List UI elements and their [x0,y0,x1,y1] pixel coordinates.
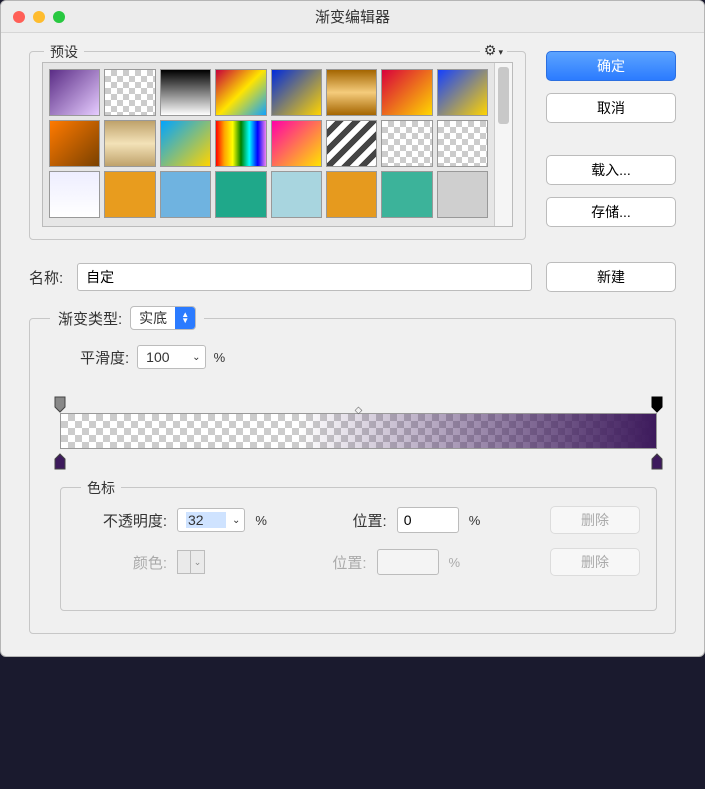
opacity-value: 32 [186,512,226,528]
presets-grid [42,62,513,227]
presets-scrollbar[interactable] [494,63,512,226]
preset-swatch[interactable] [49,120,100,167]
chevron-updown-icon: ▲▼ [175,307,195,329]
save-button[interactable]: 存储... [546,197,676,227]
opacity-input[interactable]: 32 ⌄ [177,508,245,532]
name-input[interactable] [77,263,532,291]
presets-group: 预设 ⚙▾ [29,51,526,240]
percent-label: % [449,555,473,570]
opacity-stop-left[interactable] [53,395,67,413]
opacity-label: 不透明度: [77,510,167,531]
smoothness-label: 平滑度: [80,347,129,368]
preset-swatch[interactable] [49,69,100,116]
color-swatch: ⌄ [177,550,205,574]
preset-swatch[interactable] [160,171,211,218]
delete-color-stop-button: 删除 [550,548,640,576]
preset-swatch[interactable] [215,69,266,116]
opacity-pos-label: 位置: [337,510,387,531]
preset-swatch[interactable] [437,171,488,218]
preset-swatch[interactable] [104,171,155,218]
cancel-button[interactable]: 取消 [546,93,676,123]
preset-swatch[interactable] [271,120,322,167]
new-button[interactable]: 新建 [546,262,676,292]
preset-swatch[interactable] [215,171,266,218]
preset-swatch[interactable] [381,69,432,116]
percent-label: % [214,350,226,365]
color-pos-input [377,549,439,575]
type-label: 渐变类型: [58,308,122,329]
gradient-editor-window: 渐变编辑器 预设 ⚙▾ 确定 取消 载入... 存储... 名称: [0,0,705,657]
gradient-bar-area: ◇ [60,395,657,471]
titlebar: 渐变编辑器 [1,1,704,33]
name-label: 名称: [29,267,63,288]
percent-label: % [469,513,493,528]
gradient-bar[interactable] [60,413,657,449]
preset-swatch[interactable] [104,69,155,116]
preset-swatch[interactable] [326,171,377,218]
preset-swatch[interactable] [271,69,322,116]
gear-icon[interactable]: ⚙▾ [480,42,507,59]
stops-label: 色标 [81,478,121,498]
preset-swatch[interactable] [437,120,488,167]
stops-group: 色标 不透明度: 32 ⌄ % 位置: % 删除 颜色: [60,487,657,611]
presets-label: 预设 [44,42,84,62]
smoothness-select[interactable]: 100 ⌄ [137,345,205,369]
color-label: 颜色: [77,552,167,573]
load-button[interactable]: 载入... [546,155,676,185]
content: 预设 ⚙▾ 确定 取消 载入... 存储... 名称: 新建 渐变类 [1,33,704,656]
midpoint-icon[interactable]: ◇ [355,405,363,416]
preset-swatch[interactable] [215,120,266,167]
preset-swatch[interactable] [104,120,155,167]
type-select[interactable]: 实底 ▲▼ [130,306,196,330]
smoothness-value: 100 [146,349,186,365]
preset-swatch[interactable] [160,120,211,167]
delete-opacity-stop-button[interactable]: 删除 [550,506,640,534]
preset-swatch[interactable] [49,171,100,218]
ok-button[interactable]: 确定 [546,51,676,81]
percent-label: % [255,513,279,528]
color-stop-left[interactable] [53,453,67,471]
window-title: 渐变编辑器 [1,6,704,27]
preset-swatch[interactable] [381,120,432,167]
opacity-pos-input[interactable] [397,507,459,533]
gradient-type-group: 渐变类型: 实底 ▲▼ 平滑度: 100 ⌄ % [29,318,676,634]
preset-swatch[interactable] [160,69,211,116]
side-buttons: 确定 取消 载入... 存储... [546,51,676,240]
preset-swatch[interactable] [271,171,322,218]
preset-swatch[interactable] [326,120,377,167]
chevron-down-icon: ⌄ [186,352,200,363]
preset-swatch[interactable] [437,69,488,116]
preset-swatch[interactable] [381,171,432,218]
color-pos-label: 位置: [317,552,367,573]
chevron-down-icon: ⌄ [226,515,240,526]
opacity-stop-right[interactable] [650,395,664,413]
color-stop-right[interactable] [650,453,664,471]
type-select-value: 实底 [139,308,167,328]
preset-swatch[interactable] [326,69,377,116]
